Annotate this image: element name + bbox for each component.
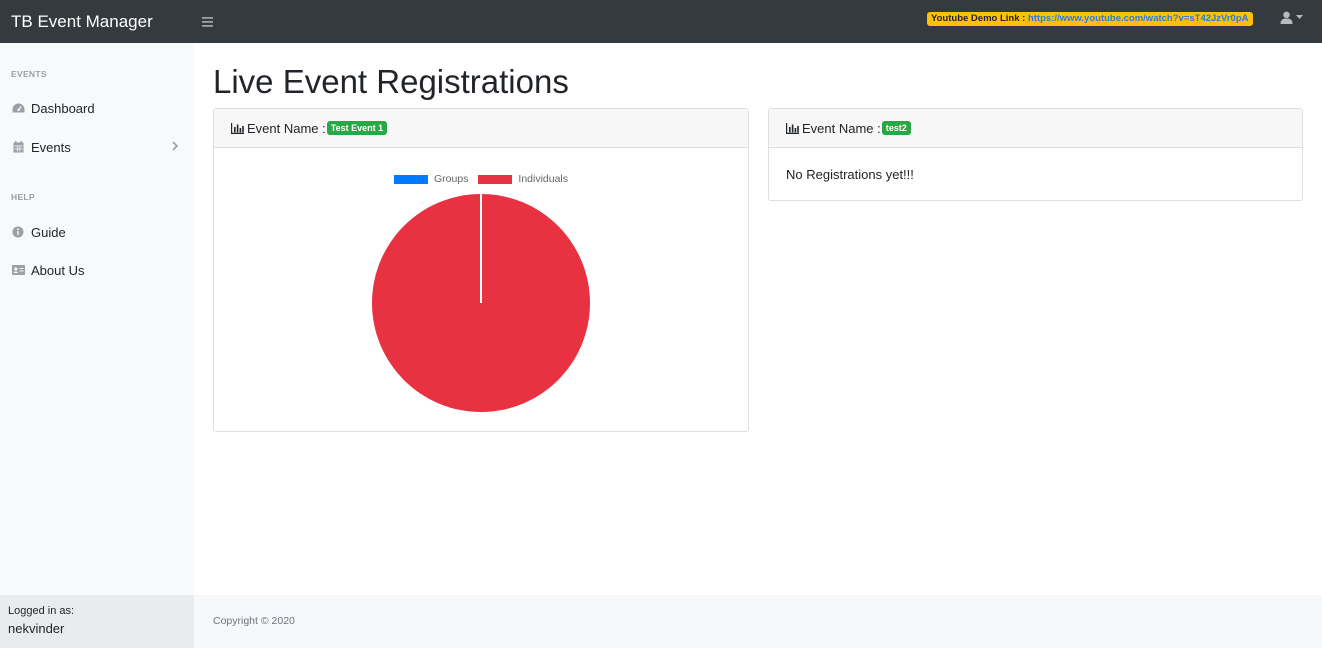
- demo-link-url[interactable]: https://www.youtube.com/watch?v=sT42JzVr…: [1028, 13, 1249, 24]
- calendar-icon: [11, 140, 25, 154]
- card-header: Event Name : Test Event 1: [214, 109, 748, 148]
- sidebar-section-help: HELP: [11, 192, 35, 202]
- chart-legend: Groups Individuals: [214, 173, 748, 185]
- bar-chart-icon: [231, 122, 244, 134]
- id-card-icon: [11, 263, 25, 277]
- caret-down-icon: [1296, 15, 1303, 19]
- logged-in-label: Logged in as:: [8, 605, 75, 617]
- event-name-badge: Test Event 1: [326, 121, 388, 135]
- user-menu-button[interactable]: [1280, 11, 1303, 24]
- user-icon: [1280, 11, 1293, 24]
- sidebar-user-panel: Logged in as: nekvinder: [0, 595, 194, 648]
- sidebar-item-label: Guide: [31, 224, 66, 240]
- no-registrations-message: No Registrations yet!!!: [786, 167, 914, 182]
- event-card: Event Name : test2 No Registrations yet!…: [768, 108, 1303, 201]
- event-name-label: Event Name :: [247, 120, 326, 136]
- username: nekvinder: [8, 621, 65, 636]
- event-name-label: Event Name :: [802, 120, 881, 136]
- sidebar-item-label: About Us: [31, 262, 85, 278]
- bars-icon[interactable]: [200, 15, 214, 29]
- tachometer-icon: [11, 101, 25, 115]
- sidebar-item-events[interactable]: Events: [0, 132, 194, 162]
- card-header: Event Name : test2: [769, 109, 1302, 148]
- page-footer: Copyright © 2020: [194, 595, 1322, 648]
- sidebar-section-events: EVENTS: [11, 69, 47, 79]
- page-title: Live Event Registrations: [213, 63, 569, 100]
- legend-swatch: [478, 174, 513, 184]
- legend-item-individuals[interactable]: Individuals: [478, 173, 568, 185]
- sidebar-item-about-us[interactable]: About Us: [0, 255, 194, 285]
- sidebar-item-dashboard[interactable]: Dashboard: [0, 93, 194, 123]
- brand-title[interactable]: TB Event Manager: [0, 12, 194, 32]
- legend-swatch: [393, 174, 428, 184]
- bar-chart-icon: [786, 122, 799, 134]
- sidebar: EVENTS Dashboard Events HELP Guide About…: [0, 43, 194, 595]
- sidebar-item-label: Events: [31, 139, 71, 155]
- chevron-right-icon: [172, 141, 178, 151]
- legend-item-groups[interactable]: Groups: [393, 173, 469, 185]
- sidebar-item-guide[interactable]: Guide: [0, 217, 194, 247]
- legend-label: Groups: [433, 173, 469, 185]
- top-navbar: TB Event Manager Youtube Demo Link : htt…: [0, 0, 1322, 43]
- sidebar-item-label: Dashboard: [31, 100, 95, 116]
- event-card: Event Name : Test Event 1 Groups Individ…: [213, 108, 749, 432]
- legend-label: Individuals: [518, 173, 569, 185]
- demo-link-label: Youtube Demo Link :: [931, 13, 1028, 24]
- info-circle-icon: [11, 225, 25, 239]
- pie-chart: Groups Individuals: [214, 148, 748, 431]
- copyright-text: Copyright © 2020: [213, 615, 295, 627]
- demo-link-badge: Youtube Demo Link : https://www.youtube.…: [927, 12, 1253, 26]
- pie-chart-svg: [372, 194, 590, 412]
- event-name-badge: test2: [881, 121, 911, 135]
